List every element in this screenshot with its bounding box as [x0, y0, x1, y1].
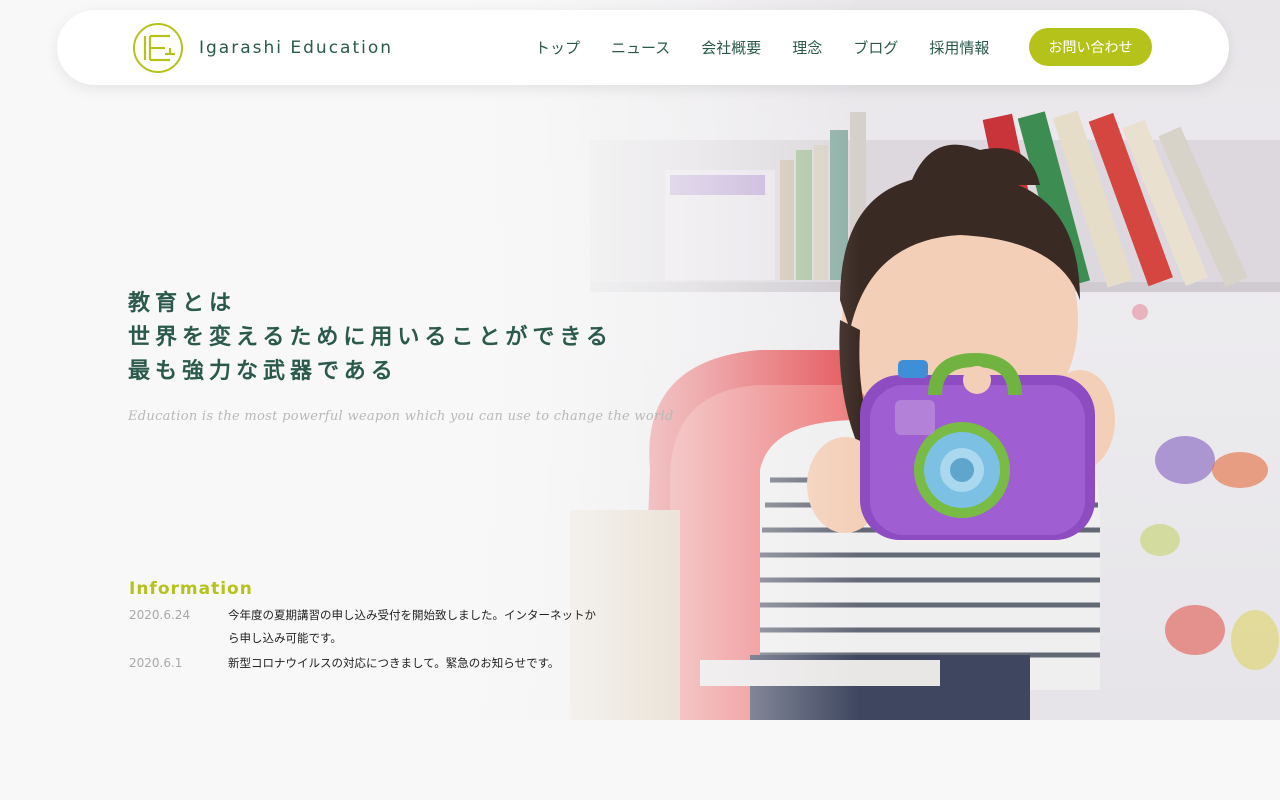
- news-list: 2020.6.24 今年度の夏期講習の申し込み受付を開始致しました。インターネッ…: [129, 604, 609, 677]
- hero-subcopy: Education is the most powerful weapon wh…: [128, 409, 674, 424]
- site-header: Igarashi Education トップ ニュース 会社概要 理念 ブログ …: [57, 10, 1229, 85]
- news-date: 2020.6.1: [129, 656, 183, 670]
- list-item[interactable]: 2020.6.24 今年度の夏期講習の申し込み受付を開始致しました。インターネッ…: [129, 604, 609, 650]
- news-text: 今年度の夏期講習の申し込み受付を開始致しました。インターネットから申し込み可能で…: [228, 608, 596, 645]
- logo-mark-icon: [133, 23, 183, 73]
- news-text: 新型コロナウイルスの対応につきまして。緊急のお知らせです。: [228, 656, 560, 670]
- logo-text: Igarashi Education: [199, 38, 394, 58]
- logo-link[interactable]: Igarashi Education: [132, 22, 393, 74]
- catch-line-3: 最も強力な武器である: [128, 359, 398, 384]
- nav-item-blog[interactable]: ブログ: [853, 37, 898, 58]
- nav-item-top[interactable]: トップ: [535, 37, 580, 58]
- news-date: 2020.6.24: [129, 608, 191, 622]
- catch-line-2: 世界を変えるために用いることができる: [128, 325, 613, 350]
- nav-item-philosophy[interactable]: 理念: [792, 37, 822, 58]
- page-bottom-area: [0, 720, 1280, 800]
- hero-catchphrase: 教育とは 世界を変えるために用いることができる 最も強力な武器である: [128, 287, 688, 389]
- nav-item-news[interactable]: ニュース: [611, 37, 670, 58]
- catch-line-1: 教育とは: [128, 291, 237, 316]
- information-title: Information: [129, 579, 253, 599]
- contact-button[interactable]: お問い合わせ: [1029, 28, 1152, 66]
- global-nav: トップ ニュース 会社概要 理念 ブログ 採用情報: [535, 10, 1020, 85]
- nav-item-recruit[interactable]: 採用情報: [929, 37, 989, 58]
- list-item[interactable]: 2020.6.1 新型コロナウイルスの対応につきまして。緊急のお知らせです。: [129, 652, 609, 675]
- nav-item-company[interactable]: 会社概要: [701, 37, 761, 58]
